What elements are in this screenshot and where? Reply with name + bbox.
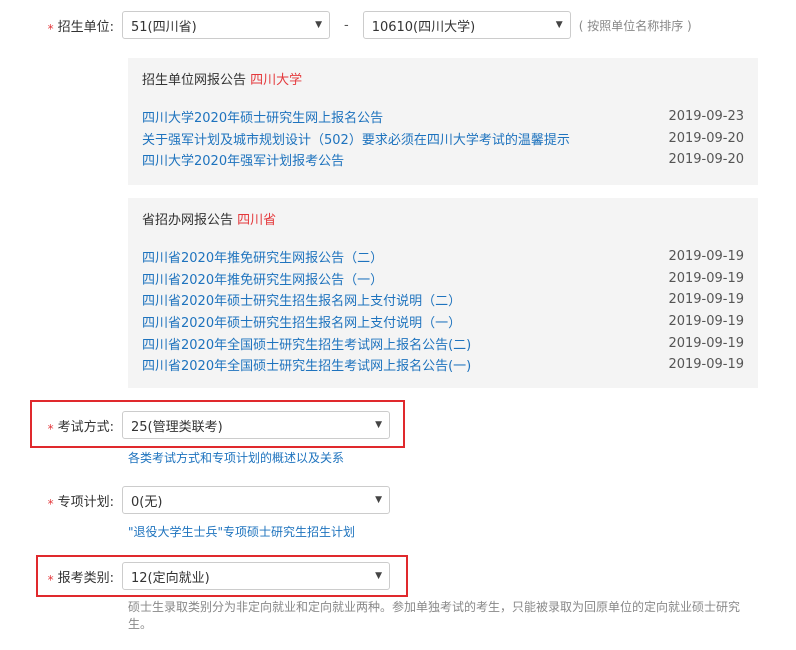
chevron-down-icon: ▼ xyxy=(555,20,563,30)
notice-item: 四川省2020年硕士研究生招生报名网上支付说明（一） 2019-09-19 xyxy=(142,311,744,333)
notice-link[interactable]: 四川大学2020年硕士研究生网上报名公告 xyxy=(142,107,383,126)
school-select[interactable]: 10610(四川大学) ▼ xyxy=(362,11,571,39)
notice-item: 四川省2020年推免研究生网报公告（一） 2019-09-19 xyxy=(142,268,744,290)
required-star: * xyxy=(47,572,54,587)
notice-link[interactable]: 关于强军计划及城市规划设计（502）要求必须在四川大学考试的温馨提示 xyxy=(142,129,570,148)
category-note: 硕士生录取类别分为非定向就业和定向就业两种。参加单独考试的考生，只能被录取为回原… xyxy=(128,600,741,631)
exam-mode-select[interactable]: 25(管理类联考) ▼ xyxy=(122,411,390,439)
unit-label: 招生单位: xyxy=(57,19,114,35)
chevron-down-icon: ▼ xyxy=(315,20,322,30)
notice-item: 四川省2020年全国硕士研究生招生考试网上报名公告(二) 2019-09-19 xyxy=(142,332,744,354)
notice-link[interactable]: 四川省2020年全国硕士研究生招生考试网上报名公告(二) xyxy=(142,334,471,353)
chevron-down-icon: ▼ xyxy=(375,420,382,430)
category-label: 报考类别: xyxy=(57,570,114,586)
sort-hint: ( 按照单位名称排序 ) xyxy=(578,18,692,33)
notice-date: 2019-09-23 xyxy=(668,109,744,125)
school-select-value: 10610(四川大学) xyxy=(371,19,476,35)
notice-link[interactable]: 四川大学2020年强军计划报考公告 xyxy=(142,150,344,169)
notice-item: 四川大学2020年硕士研究生网上报名公告 2019-09-23 xyxy=(142,106,744,128)
notice-item: 关于强军计划及城市规划设计（502）要求必须在四川大学考试的温馨提示 2019-… xyxy=(142,128,744,150)
notice-item: 四川省2020年推免研究生网报公告（二） 2019-09-19 xyxy=(142,246,744,268)
notice-item: 四川省2020年硕士研究生招生报名网上支付说明（二） 2019-09-19 xyxy=(142,289,744,311)
unit-label-wrap: * 招生单位: xyxy=(0,16,122,36)
province-notice-title: 省招办网报公告 四川省 xyxy=(142,211,744,231)
exam-mode-select-value: 25(管理类联考) xyxy=(131,419,223,435)
province-notice-panel: 省招办网报公告 四川省 四川省2020年推免研究生网报公告（二） 2019-09… xyxy=(128,198,758,388)
exam-mode-help-link[interactable]: 各类考试方式和专项计划的概述以及关系 xyxy=(128,449,344,466)
school-notice-title: 招生单位网报公告 四川大学 xyxy=(142,71,744,91)
notice-item: 四川大学2020年强军计划报考公告 2019-09-20 xyxy=(142,149,744,171)
school-notice-title-text: 招生单位网报公告 xyxy=(142,73,247,88)
required-star: * xyxy=(47,421,54,436)
required-star: * xyxy=(47,21,54,36)
category-select-value: 12(定向就业) xyxy=(131,570,210,586)
unit-row: * 招生单位: 51(四川省) ▼ - 10610(四川大学) ▼ ( 按照单位名… xyxy=(0,11,692,39)
special-plan-label-wrap: * 专项计划: xyxy=(0,491,122,511)
school-notice-panel: 招生单位网报公告 四川大学 四川大学2020年硕士研究生网上报名公告 2019-… xyxy=(128,58,758,185)
notice-date: 2019-09-20 xyxy=(668,152,744,168)
notice-date: 2019-09-19 xyxy=(668,335,744,351)
category-row: * 报考类别: 12(定向就业) ▼ xyxy=(0,562,390,590)
exam-mode-label-wrap: * 考试方式: xyxy=(0,416,122,436)
province-notice-title-text: 省招办网报公告 xyxy=(142,213,234,228)
special-plan-label: 专项计划: xyxy=(57,494,114,510)
special-plan-select-value: 0(无) xyxy=(131,494,163,510)
notice-link[interactable]: 四川省2020年推免研究生网报公告（一） xyxy=(142,269,383,288)
special-plan-help-link[interactable]: "退役大学生士兵"专项硕士研究生招生计划 xyxy=(128,523,355,540)
special-plan-select[interactable]: 0(无) ▼ xyxy=(122,486,390,514)
province-select-value: 51(四川省) xyxy=(131,19,197,35)
chevron-down-icon: ▼ xyxy=(375,495,382,505)
range-dash: - xyxy=(344,17,349,33)
chevron-down-icon: ▼ xyxy=(375,571,382,581)
notice-link[interactable]: 四川省2020年硕士研究生招生报名网上支付说明（二） xyxy=(142,290,461,309)
notice-date: 2019-09-19 xyxy=(668,270,744,286)
notice-date: 2019-09-19 xyxy=(668,357,744,373)
notice-link[interactable]: 四川省2020年全国硕士研究生招生考试网上报名公告(一) xyxy=(142,355,471,374)
exam-mode-label: 考试方式: xyxy=(57,419,114,435)
notice-date: 2019-09-19 xyxy=(668,292,744,308)
province-notice-title-highlight: 四川省 xyxy=(237,213,277,228)
school-notice-title-highlight: 四川大学 xyxy=(250,73,303,88)
notice-date: 2019-09-20 xyxy=(668,130,744,146)
notice-link[interactable]: 四川省2020年硕士研究生招生报名网上支付说明（一） xyxy=(142,312,461,331)
notice-date: 2019-09-19 xyxy=(668,314,744,330)
special-plan-row: * 专项计划: 0(无) ▼ xyxy=(0,486,390,514)
notice-date: 2019-09-19 xyxy=(668,249,744,265)
category-select[interactable]: 12(定向就业) ▼ xyxy=(122,562,390,590)
notice-link[interactable]: 四川省2020年推免研究生网报公告（二） xyxy=(142,247,383,266)
required-star: * xyxy=(47,496,54,511)
notice-item: 四川省2020年全国硕士研究生招生考试网上报名公告(一) 2019-09-19 xyxy=(142,354,744,376)
exam-mode-row: * 考试方式: 25(管理类联考) ▼ xyxy=(0,411,390,439)
category-label-wrap: * 报考类别: xyxy=(0,567,122,587)
province-select[interactable]: 51(四川省) ▼ xyxy=(122,11,330,39)
